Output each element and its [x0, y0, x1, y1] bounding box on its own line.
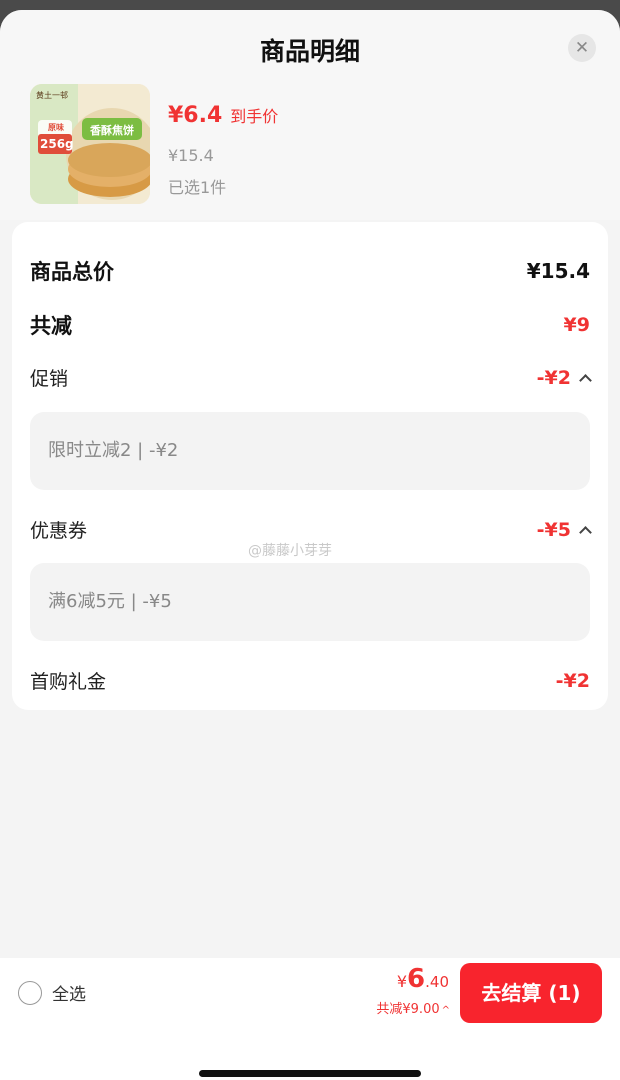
- reduce-row: 共减 ¥9: [30, 310, 590, 340]
- gift-value: -¥2: [555, 669, 590, 692]
- total-label: 商品总价: [30, 260, 114, 284]
- price-breakdown-card: 商品总价 ¥15.4 共减 ¥9 促销 -¥2 限时立减2 | -¥2 优惠券 …: [12, 222, 608, 710]
- coupon-row[interactable]: 优惠券 -¥5: [30, 516, 592, 543]
- chevron-up-icon[interactable]: [579, 525, 592, 539]
- coupon-detail: 满6减5元 | -¥5: [30, 563, 590, 641]
- page-title: 商品明细: [259, 37, 360, 66]
- watermark: @藤藤小芽芽: [248, 543, 332, 559]
- coupon-value: -¥5: [536, 518, 571, 541]
- select-all-label[interactable]: 全选: [52, 980, 86, 1005]
- total-value: ¥15.4: [526, 259, 590, 283]
- sheet-header: 商品明细 ✕ 黄土一邨 原味 香酥焦饼 256g ¥6.4 到手价 ¥15.4: [0, 10, 620, 220]
- close-icon[interactable]: ✕: [568, 34, 596, 62]
- brand-text: 黄土一邨: [36, 91, 68, 100]
- reduce-value: ¥9: [563, 314, 590, 336]
- promo-label: 促销: [30, 368, 69, 390]
- price-line: ¥6.4 到手价: [168, 103, 278, 128]
- footer-total: ¥6.40: [365, 964, 449, 994]
- gift-row: 首购礼金 -¥2: [30, 667, 590, 694]
- current-price: ¥6.4: [168, 103, 223, 128]
- reduce-label: 共减: [30, 314, 72, 338]
- product-image: 黄土一邨 原味 香酥焦饼 256g: [30, 84, 150, 204]
- product-name-text: 香酥焦饼: [90, 124, 134, 137]
- detail-sheet: 商品明细 ✕ 黄土一邨 原味 香酥焦饼 256g ¥6.4 到手价 ¥15.4: [0, 10, 620, 1080]
- flavor-text: 原味: [48, 123, 64, 132]
- promo-value: -¥2: [536, 366, 571, 389]
- select-all-radio[interactable]: [18, 981, 42, 1005]
- promo-row[interactable]: 促销 -¥2: [30, 364, 592, 391]
- currency-symbol: ¥: [396, 972, 408, 991]
- original-price: ¥15.4: [168, 146, 214, 165]
- checkout-bar: 全选 ¥6.40 共减¥9.00 ^ 去结算 (1): [0, 958, 620, 1028]
- selected-count: 已选1件: [168, 178, 227, 197]
- promo-detail: 限时立减2 | -¥2: [30, 412, 590, 490]
- total-decimal: .40: [425, 973, 449, 991]
- chevron-up-icon[interactable]: [579, 373, 592, 387]
- gift-label: 首购礼金: [30, 671, 107, 693]
- total-row: 商品总价 ¥15.4: [30, 256, 590, 286]
- saved-text: 共减¥9.00: [376, 1002, 440, 1017]
- weight-text: 256g: [40, 137, 74, 151]
- footer-saved[interactable]: 共减¥9.00 ^: [330, 998, 450, 1017]
- price-tag: 到手价: [230, 107, 279, 126]
- coupon-label: 优惠券: [30, 520, 88, 542]
- checkout-button[interactable]: 去结算 (1): [460, 963, 602, 1023]
- home-indicator[interactable]: [199, 1070, 421, 1077]
- total-integer: 6: [407, 964, 426, 994]
- home-indicator-area: [0, 1028, 620, 1080]
- caret-up-icon[interactable]: ^: [442, 1005, 450, 1016]
